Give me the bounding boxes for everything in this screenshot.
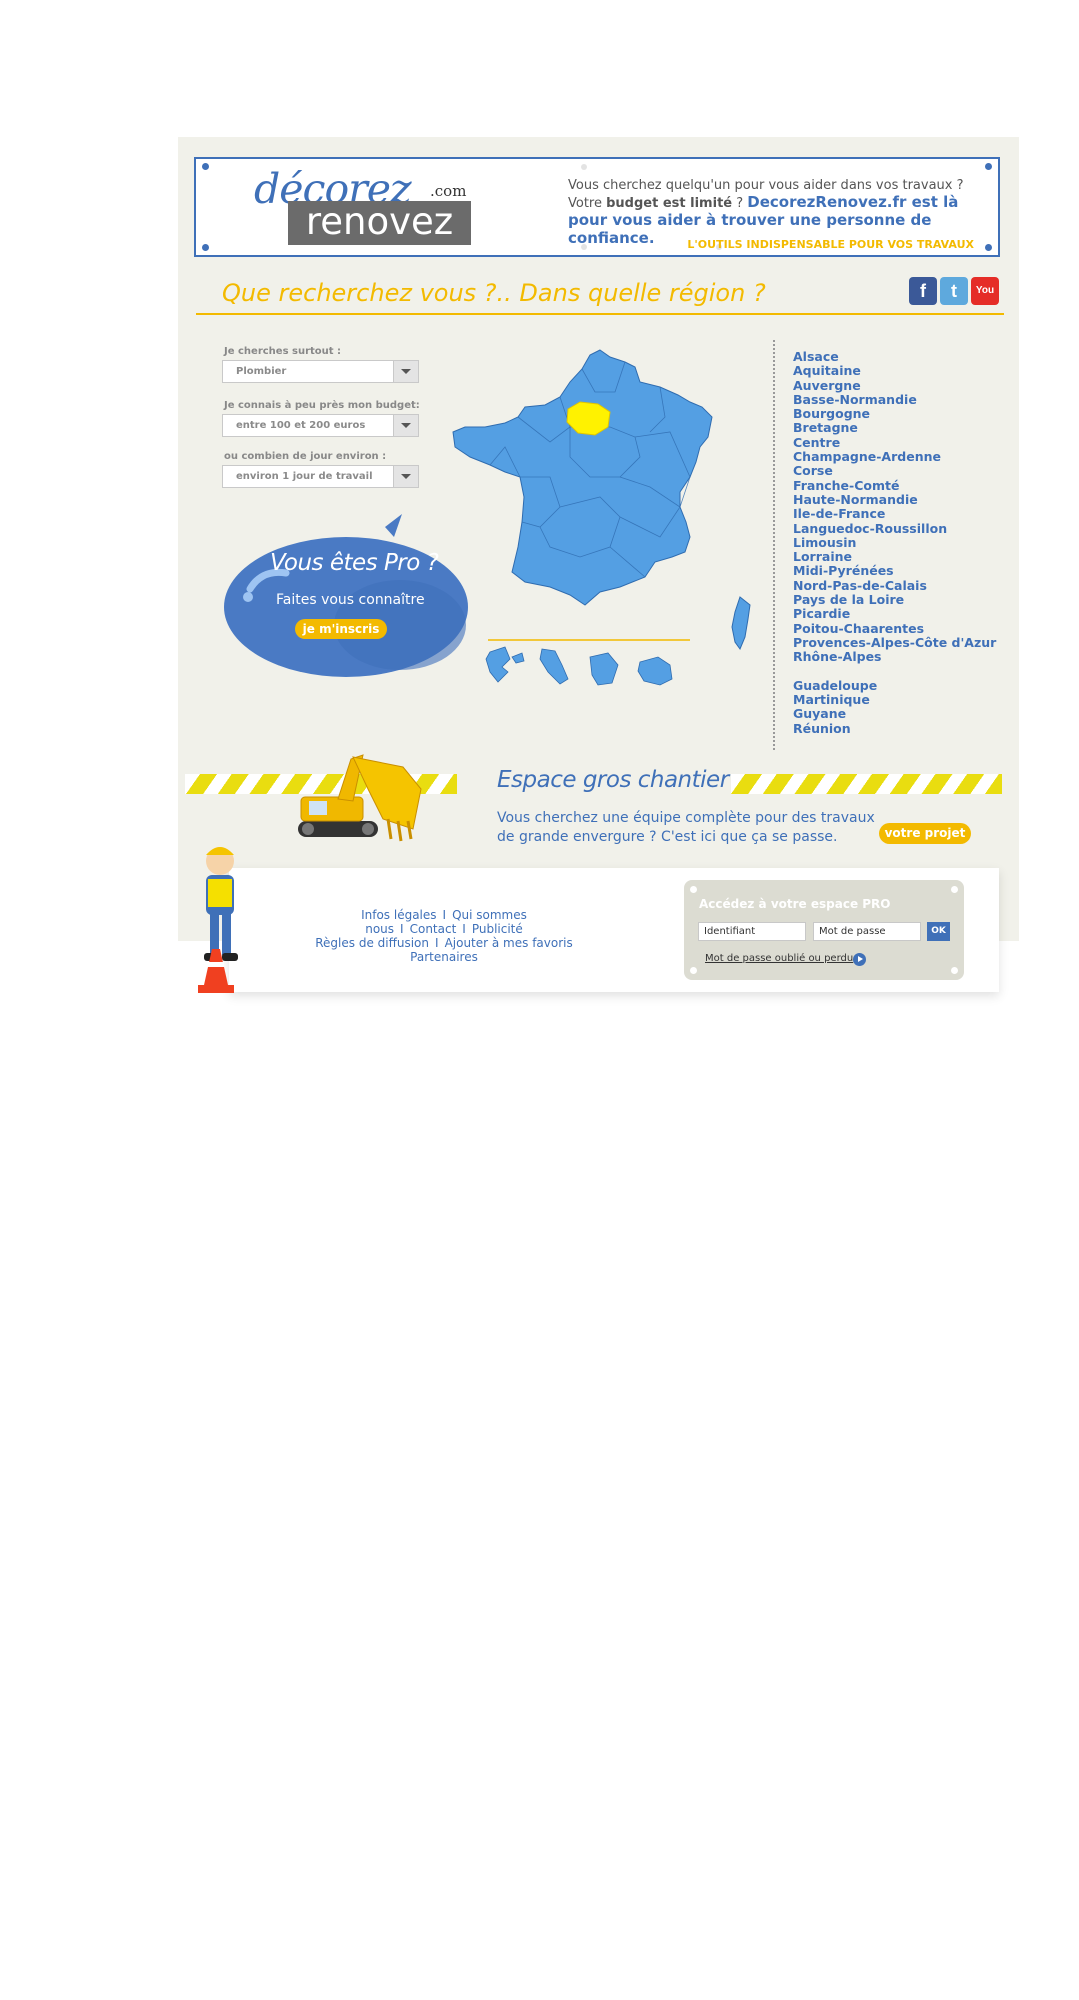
- login-ok-button[interactable]: OK: [927, 922, 950, 941]
- play-arrow-icon[interactable]: [853, 953, 866, 966]
- corner-dot: [690, 886, 697, 893]
- username-field[interactable]: Identifiant: [698, 922, 806, 941]
- footer-card: Infos légales I Qui sommes nous I Contact I Pu…: [229, 868, 999, 992]
- footer-link-partners[interactable]: Partenaires: [410, 950, 478, 964]
- footer-link-favorites[interactable]: Ajouter à mes favoris: [445, 936, 573, 950]
- corner-dot: [951, 886, 958, 893]
- footer-separator: I: [462, 922, 466, 936]
- pro-login-box: Accédez à votre espace PRO Identifiant M…: [684, 880, 964, 980]
- corner-dot: [951, 967, 958, 974]
- worker-mascot-icon: [198, 847, 238, 993]
- footer-separator: I: [400, 922, 404, 936]
- footer-link-ads[interactable]: Publicité: [472, 922, 523, 936]
- forgot-password-link[interactable]: Mot de passe oublié ou perdu: [705, 953, 853, 964]
- login-title: Accédez à votre espace PRO: [699, 897, 891, 911]
- footer-links: Infos légales I Qui sommes nous I Contact I Pu…: [299, 908, 589, 964]
- footer-link-legal[interactable]: Infos légales: [361, 908, 436, 922]
- footer-separator: I: [442, 908, 447, 922]
- corner-dot: [690, 967, 697, 974]
- password-field[interactable]: Mot de passe: [813, 922, 921, 941]
- footer-separator: I: [435, 936, 439, 950]
- footer-link-contact[interactable]: Contact: [410, 922, 457, 936]
- forgot-password: Mot de passe oublié ou perdu ?: [705, 953, 862, 964]
- footer-layer: Infos légales I Qui sommes nous I Contact I Pu…: [178, 137, 1019, 1017]
- footer-link-rules[interactable]: Règles de diffusion: [315, 936, 429, 950]
